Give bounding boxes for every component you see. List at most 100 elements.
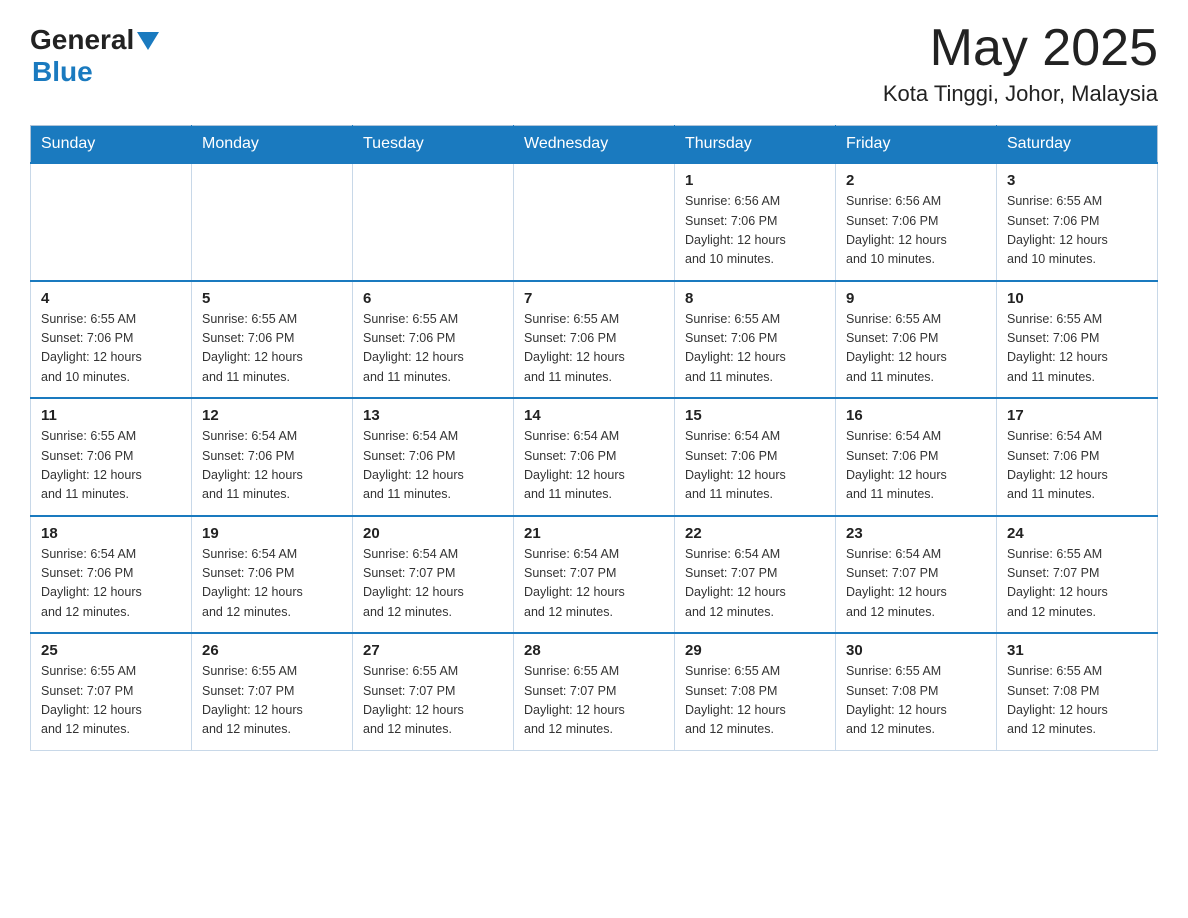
calendar-cell: 9 Sunrise: 6:55 AMSunset: 7:06 PMDaylight… (836, 281, 997, 399)
calendar-cell: 12 Sunrise: 6:54 AMSunset: 7:06 PMDayligh… (192, 398, 353, 516)
day-info: Sunrise: 6:54 AMSunset: 7:06 PMDaylight:… (1007, 427, 1147, 505)
page-header: General Blue May 2025 Kota Tinggi, Johor… (30, 20, 1158, 107)
calendar-week-row: 4 Sunrise: 6:55 AMSunset: 7:06 PMDaylight… (31, 281, 1158, 399)
calendar-cell: 4 Sunrise: 6:55 AMSunset: 7:06 PMDaylight… (31, 281, 192, 399)
day-info: Sunrise: 6:55 AMSunset: 7:07 PMDaylight:… (202, 662, 342, 740)
calendar-cell: 1Sunrise: 6:56 AMSunset: 7:06 PMDaylight… (675, 163, 836, 281)
day-info: Sunrise: 6:54 AMSunset: 7:07 PMDaylight:… (524, 545, 664, 623)
calendar-cell (514, 163, 675, 281)
calendar-week-row: 18 Sunrise: 6:54 AMSunset: 7:06 PMDayligh… (31, 516, 1158, 634)
day-info: Sunrise: 6:55 AMSunset: 7:07 PMDaylight:… (41, 662, 181, 740)
calendar-header-row: SundayMondayTuesdayWednesdayThursdayFrid… (31, 126, 1158, 164)
day-info: Sunrise: 6:54 AMSunset: 7:07 PMDaylight:… (363, 545, 503, 623)
calendar-cell: 15 Sunrise: 6:54 AMSunset: 7:06 PMDayligh… (675, 398, 836, 516)
calendar-cell: 2 Sunrise: 6:56 AMSunset: 7:06 PMDaylight… (836, 163, 997, 281)
day-number: 8 (685, 290, 825, 307)
calendar-cell: 28 Sunrise: 6:55 AMSunset: 7:07 PMDayligh… (514, 633, 675, 750)
col-header-monday: Monday (192, 126, 353, 164)
day-number: 10 (1007, 290, 1147, 307)
day-info: Sunrise: 6:54 AMSunset: 7:06 PMDaylight:… (524, 427, 664, 505)
day-number: 27 (363, 642, 503, 659)
day-info: Sunrise: 6:55 AMSunset: 7:08 PMDaylight:… (685, 662, 825, 740)
day-number: 3 (1007, 172, 1147, 189)
calendar-cell (31, 163, 192, 281)
calendar-cell: 18 Sunrise: 6:54 AMSunset: 7:06 PMDayligh… (31, 516, 192, 634)
calendar-cell: 7 Sunrise: 6:55 AMSunset: 7:06 PMDaylight… (514, 281, 675, 399)
calendar-cell: 11Sunrise: 6:55 AMSunset: 7:06 PMDayligh… (31, 398, 192, 516)
logo-general-text: General (30, 26, 134, 54)
day-info: Sunrise: 6:54 AMSunset: 7:06 PMDaylight:… (202, 427, 342, 505)
calendar-title: May 2025 (883, 20, 1158, 77)
day-number: 18 (41, 525, 181, 542)
calendar-cell: 3 Sunrise: 6:55 AMSunset: 7:06 PMDaylight… (997, 163, 1158, 281)
col-header-sunday: Sunday (31, 126, 192, 164)
day-info: Sunrise: 6:54 AMSunset: 7:07 PMDaylight:… (685, 545, 825, 623)
col-header-friday: Friday (836, 126, 997, 164)
day-number: 20 (363, 525, 503, 542)
day-number: 12 (202, 407, 342, 424)
calendar-cell: 31Sunrise: 6:55 AMSunset: 7:08 PMDayligh… (997, 633, 1158, 750)
day-number: 26 (202, 642, 342, 659)
col-header-saturday: Saturday (997, 126, 1158, 164)
day-info: Sunrise: 6:56 AMSunset: 7:06 PMDaylight:… (846, 192, 986, 270)
day-number: 11 (41, 407, 181, 424)
title-block: May 2025 Kota Tinggi, Johor, Malaysia (883, 20, 1158, 107)
day-number: 13 (363, 407, 503, 424)
day-info: Sunrise: 6:54 AMSunset: 7:06 PMDaylight:… (846, 427, 986, 505)
day-number: 4 (41, 290, 181, 307)
day-info: Sunrise: 6:56 AMSunset: 7:06 PMDaylight:… (685, 192, 825, 270)
logo-triangle-icon (137, 32, 159, 50)
col-header-wednesday: Wednesday (514, 126, 675, 164)
calendar-cell: 5 Sunrise: 6:55 AMSunset: 7:06 PMDaylight… (192, 281, 353, 399)
logo: General Blue (30, 26, 159, 88)
day-info: Sunrise: 6:55 AMSunset: 7:06 PMDaylight:… (202, 310, 342, 388)
day-number: 16 (846, 407, 986, 424)
calendar-cell (192, 163, 353, 281)
calendar-cell: 25 Sunrise: 6:55 AMSunset: 7:07 PMDayligh… (31, 633, 192, 750)
calendar-cell: 23Sunrise: 6:54 AMSunset: 7:07 PMDayligh… (836, 516, 997, 634)
day-info: Sunrise: 6:55 AMSunset: 7:06 PMDaylight:… (41, 310, 181, 388)
day-info: Sunrise: 6:55 AMSunset: 7:06 PMDaylight:… (846, 310, 986, 388)
day-number: 17 (1007, 407, 1147, 424)
day-info: Sunrise: 6:54 AMSunset: 7:07 PMDaylight:… (846, 545, 986, 623)
logo-blue-text: Blue (32, 56, 93, 88)
day-info: Sunrise: 6:54 AMSunset: 7:06 PMDaylight:… (363, 427, 503, 505)
calendar-cell: 14Sunrise: 6:54 AMSunset: 7:06 PMDayligh… (514, 398, 675, 516)
day-number: 24 (1007, 525, 1147, 542)
day-number: 2 (846, 172, 986, 189)
day-number: 31 (1007, 642, 1147, 659)
day-info: Sunrise: 6:54 AMSunset: 7:06 PMDaylight:… (685, 427, 825, 505)
calendar-table: SundayMondayTuesdayWednesdayThursdayFrid… (30, 125, 1158, 751)
day-info: Sunrise: 6:55 AMSunset: 7:07 PMDaylight:… (524, 662, 664, 740)
day-number: 21 (524, 525, 664, 542)
day-number: 19 (202, 525, 342, 542)
day-number: 28 (524, 642, 664, 659)
day-info: Sunrise: 6:55 AMSunset: 7:06 PMDaylight:… (1007, 310, 1147, 388)
day-number: 6 (363, 290, 503, 307)
day-info: Sunrise: 6:55 AMSunset: 7:07 PMDaylight:… (363, 662, 503, 740)
calendar-subtitle: Kota Tinggi, Johor, Malaysia (883, 81, 1158, 107)
calendar-cell: 27 Sunrise: 6:55 AMSunset: 7:07 PMDayligh… (353, 633, 514, 750)
day-info: Sunrise: 6:54 AMSunset: 7:06 PMDaylight:… (41, 545, 181, 623)
day-info: Sunrise: 6:55 AMSunset: 7:06 PMDaylight:… (1007, 192, 1147, 270)
day-number: 30 (846, 642, 986, 659)
calendar-cell: 19 Sunrise: 6:54 AMSunset: 7:06 PMDayligh… (192, 516, 353, 634)
day-info: Sunrise: 6:55 AMSunset: 7:08 PMDaylight:… (846, 662, 986, 740)
calendar-cell: 20 Sunrise: 6:54 AMSunset: 7:07 PMDayligh… (353, 516, 514, 634)
day-number: 9 (846, 290, 986, 307)
calendar-cell: 30 Sunrise: 6:55 AMSunset: 7:08 PMDayligh… (836, 633, 997, 750)
day-number: 15 (685, 407, 825, 424)
calendar-week-row: 11Sunrise: 6:55 AMSunset: 7:06 PMDayligh… (31, 398, 1158, 516)
day-info: Sunrise: 6:55 AMSunset: 7:07 PMDaylight:… (1007, 545, 1147, 623)
day-info: Sunrise: 6:54 AMSunset: 7:06 PMDaylight:… (202, 545, 342, 623)
calendar-cell: 24 Sunrise: 6:55 AMSunset: 7:07 PMDayligh… (997, 516, 1158, 634)
day-number: 5 (202, 290, 342, 307)
day-number: 7 (524, 290, 664, 307)
day-number: 25 (41, 642, 181, 659)
calendar-cell: 22Sunrise: 6:54 AMSunset: 7:07 PMDayligh… (675, 516, 836, 634)
day-info: Sunrise: 6:55 AMSunset: 7:06 PMDaylight:… (524, 310, 664, 388)
calendar-cell: 17 Sunrise: 6:54 AMSunset: 7:06 PMDayligh… (997, 398, 1158, 516)
col-header-thursday: Thursday (675, 126, 836, 164)
day-number: 29 (685, 642, 825, 659)
calendar-cell: 26 Sunrise: 6:55 AMSunset: 7:07 PMDayligh… (192, 633, 353, 750)
